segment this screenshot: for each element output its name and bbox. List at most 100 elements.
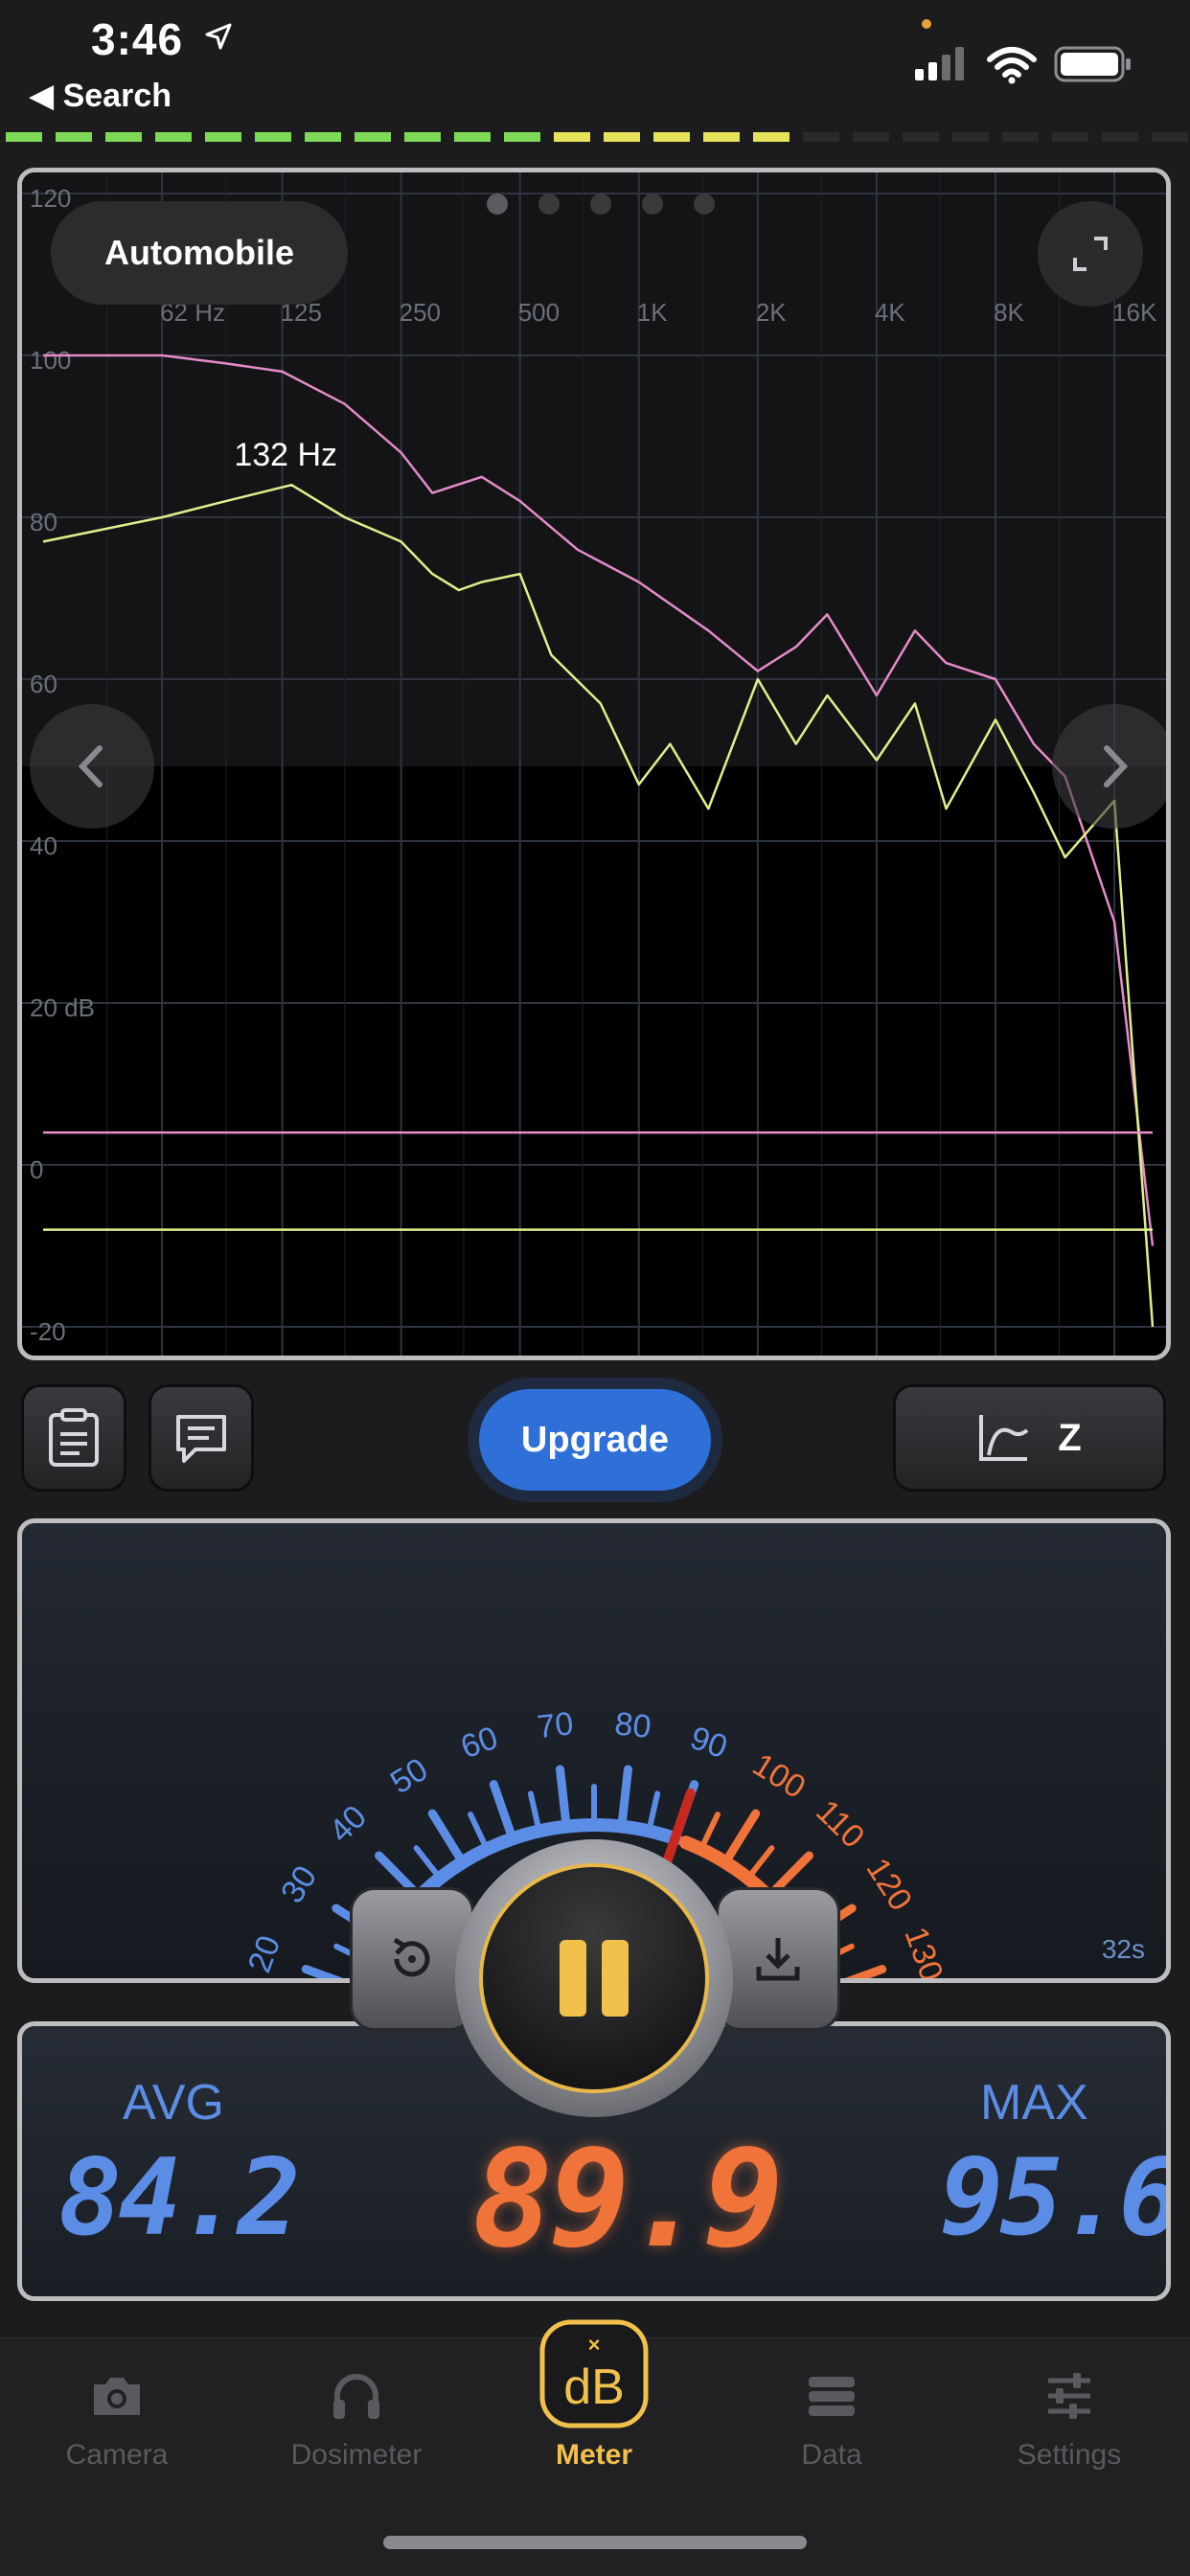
save-button[interactable]	[716, 1887, 840, 2031]
meter-tick	[468, 1812, 491, 1853]
sliders-icon	[1048, 2373, 1090, 2419]
level-segment	[803, 132, 839, 142]
level-segment	[853, 132, 889, 142]
meter-scale-label: 70	[536, 1705, 576, 1745]
previous-page-button[interactable]	[30, 704, 154, 829]
level-segment	[903, 132, 939, 142]
level-segment	[653, 132, 690, 142]
location-arrow-icon	[205, 23, 232, 50]
privacy-indicator-dot	[922, 19, 931, 29]
db-tick-label: 100	[30, 346, 71, 375]
meter-scale-label: 60	[456, 1720, 502, 1766]
camera-icon	[94, 2378, 140, 2415]
level-segment	[703, 132, 740, 142]
freq-tick-label: 2K	[756, 298, 787, 327]
meter-tick	[617, 1765, 632, 1832]
svg-text:dB: dB	[563, 2359, 625, 2415]
level-segment	[205, 132, 241, 142]
next-page-button[interactable]	[1052, 704, 1166, 829]
comment-button[interactable]	[149, 1384, 254, 1492]
home-indicator	[383, 2536, 807, 2549]
meter-tick	[698, 1812, 721, 1853]
meter-scale-label: 40	[322, 1798, 374, 1850]
db-tick-label: 80	[30, 508, 57, 536]
clipboard-icon	[49, 1408, 99, 1467]
level-segment	[504, 132, 540, 142]
wifi-icon	[987, 47, 1037, 84]
level-segment	[56, 132, 92, 142]
weighting-label: Z	[1058, 1416, 1082, 1459]
freq-tick-label: 250	[400, 298, 441, 327]
freq-tick-label: 4K	[875, 298, 905, 327]
meter-scale-label: 130	[897, 1923, 950, 1978]
level-segment	[404, 132, 441, 142]
max-value: 95.6	[940, 2136, 1171, 2259]
pause-icon	[560, 1940, 629, 2017]
elapsed-time: 32s	[1101, 1934, 1145, 1964]
level-segment	[155, 132, 192, 142]
meter-scale-label: 20	[241, 1931, 288, 1978]
page-dot	[694, 194, 715, 215]
page-dot	[538, 194, 560, 215]
chevron-left-icon	[78, 745, 103, 787]
level-segment	[454, 132, 491, 142]
max-label: MAX	[980, 2075, 1088, 2131]
frequency-weighting-button[interactable]: Z	[893, 1384, 1166, 1492]
tab-meter-label: Meter	[555, 2439, 633, 2471]
current-level-value: 89.9	[472, 2122, 784, 2278]
cellular-signal-icon	[915, 47, 964, 80]
meter-scale-label: 100	[746, 1746, 812, 1806]
meter-scale-label: 90	[686, 1720, 732, 1766]
db-tick-label: 120	[30, 184, 71, 213]
meter-scale-label: 110	[809, 1793, 871, 1856]
level-segment	[554, 132, 590, 142]
comment-icon	[176, 1415, 226, 1463]
tab-camera-label: Camera	[65, 2439, 169, 2471]
avg-label: AVG	[123, 2075, 224, 2131]
svg-text:×: ×	[588, 2333, 601, 2357]
level-segment	[355, 132, 391, 142]
level-segment	[1052, 132, 1088, 142]
tab-dosimeter-label: Dosimeter	[290, 2439, 423, 2471]
meter-scale-label: 120	[859, 1852, 920, 1917]
expand-button[interactable]	[1038, 201, 1143, 307]
data-stack-icon	[809, 2377, 855, 2416]
back-to-search-link[interactable]: ◀ Search	[29, 77, 172, 115]
upgrade-button[interactable]: Upgrade	[479, 1389, 711, 1491]
freq-tick-label: 16K	[1112, 298, 1157, 327]
headphones-icon	[333, 2374, 379, 2419]
expand-icon	[1073, 237, 1108, 271]
reset-icon	[393, 1937, 430, 1977]
meter-tick	[556, 1765, 571, 1832]
preset-selector-button[interactable]: Automobile	[51, 201, 348, 305]
meter-scale-label: 30	[274, 1859, 324, 1909]
avg-value: 84.2	[58, 2136, 301, 2259]
freq-tick-label: 500	[518, 298, 560, 327]
pause-button[interactable]	[479, 1863, 709, 2093]
db-tick-label: 0	[30, 1155, 43, 1184]
page-indicator	[487, 194, 715, 215]
page-dot	[642, 194, 663, 215]
playback-controls	[350, 1839, 840, 2117]
download-icon	[756, 1938, 800, 1981]
db-meter-icon: × dB	[539, 2319, 649, 2428]
level-segment	[6, 132, 42, 142]
tab-settings-label: Settings	[1017, 2439, 1122, 2471]
peak-frequency-label: 132 Hz	[234, 437, 337, 473]
meter-tick	[489, 1780, 517, 1843]
level-segment	[1152, 132, 1188, 142]
level-segment	[305, 132, 341, 142]
level-segment	[1102, 132, 1138, 142]
freq-tick-label: 8K	[994, 298, 1024, 327]
level-segment	[1002, 132, 1039, 142]
level-segment	[105, 132, 142, 142]
db-tick-label: 40	[30, 832, 57, 860]
clipboard-button[interactable]	[21, 1384, 126, 1492]
level-segment	[753, 132, 790, 142]
level-segment	[604, 132, 640, 142]
db-tick-label: 20 dB	[30, 993, 95, 1022]
freq-tick-label: 1K	[637, 298, 668, 327]
page-dot	[487, 194, 508, 215]
db-tick-label: 60	[30, 670, 57, 698]
spectrum-chart: 12010080604020 dB0-2062 Hz 125 250 500 1K 2K 4…	[22, 172, 1166, 1356]
